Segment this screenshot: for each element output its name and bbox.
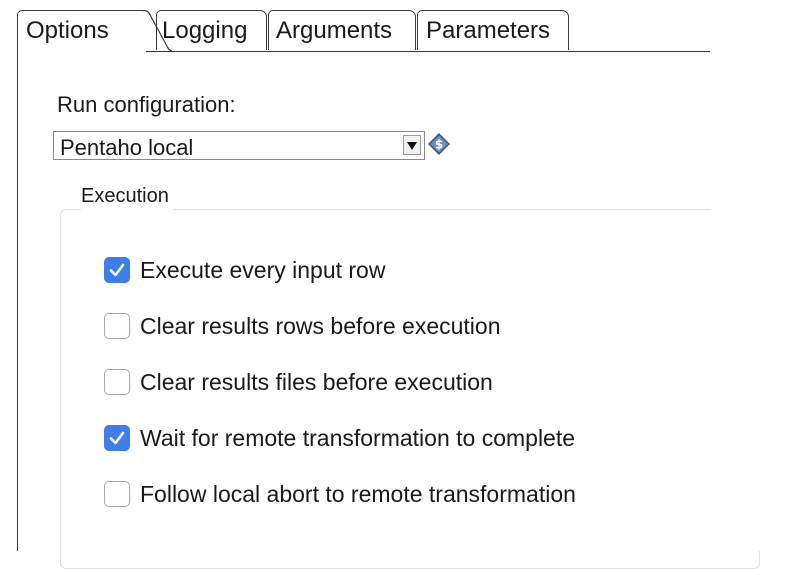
checkmark-icon bbox=[109, 431, 125, 445]
wait-for-remote-transformation-label: Wait for remote transformation to comple… bbox=[140, 425, 576, 451]
variable-dollar-icon[interactable]: $ bbox=[427, 132, 451, 156]
tab-arguments-label: Arguments bbox=[276, 17, 393, 44]
clear-results-files-label: Clear results files before execution bbox=[140, 369, 493, 395]
run-configuration-select[interactable]: Pentaho local bbox=[53, 131, 425, 160]
wait-for-remote-transformation-checkbox[interactable] bbox=[104, 425, 130, 451]
checkmark-icon bbox=[109, 263, 125, 277]
tab-options-slant bbox=[142, 10, 172, 52]
clear-results-files-checkbox[interactable] bbox=[104, 369, 130, 395]
tab-logging[interactable]: Logging bbox=[156, 10, 267, 50]
execution-group-title: Execution bbox=[81, 182, 173, 210]
tab-panel-left-border bbox=[17, 40, 18, 551]
dropdown-arrow-icon[interactable] bbox=[403, 135, 421, 155]
tab-parameters-label: Parameters bbox=[426, 17, 551, 44]
tab-options-label: Options bbox=[26, 17, 109, 44]
run-configuration-value: Pentaho local bbox=[60, 135, 194, 160]
tab-bar: Options Logging Arguments Parameters bbox=[17, 10, 727, 52]
svg-text:$: $ bbox=[435, 138, 443, 152]
run-configuration-label: Run configuration: bbox=[57, 92, 236, 117]
follow-local-abort-label: Follow local abort to remote transformat… bbox=[140, 481, 576, 507]
tab-arguments[interactable]: Arguments bbox=[268, 10, 416, 50]
tab-parameters[interactable]: Parameters bbox=[417, 10, 569, 50]
right-edge-background bbox=[711, 0, 787, 551]
clear-results-rows-label: Clear results rows before execution bbox=[140, 313, 501, 339]
follow-local-abort-checkbox[interactable] bbox=[104, 481, 130, 507]
tab-baseline bbox=[146, 51, 710, 52]
tab-logging-label: Logging bbox=[162, 17, 248, 44]
execute-every-input-row-label: Execute every input row bbox=[140, 257, 386, 283]
clear-results-rows-checkbox[interactable] bbox=[104, 313, 130, 339]
tab-options[interactable]: Options bbox=[17, 10, 143, 50]
execute-every-input-row-checkbox[interactable] bbox=[104, 257, 130, 283]
